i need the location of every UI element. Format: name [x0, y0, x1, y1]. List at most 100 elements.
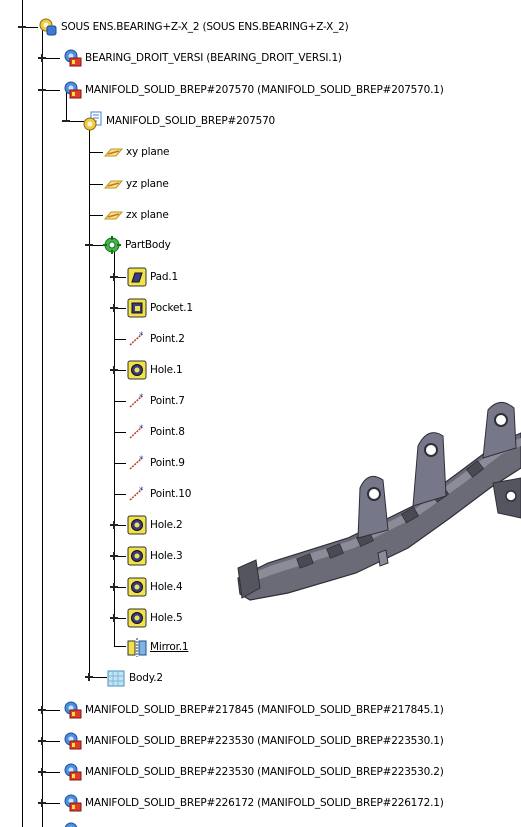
expand-toggle[interactable]	[37, 705, 47, 715]
tree-node-label: Hole.4	[150, 581, 183, 593]
plane-icon	[103, 174, 123, 194]
tree-node-yz-plane[interactable]: yz plane	[103, 173, 169, 195]
component-icon	[62, 762, 82, 782]
tree-node-label: MANIFOLD_SOLID_BREP#217845 (MANIFOLD_SOL…	[85, 704, 444, 716]
tree-node-label: Hole.1	[150, 364, 183, 376]
hole-icon	[127, 360, 147, 380]
tree-node-point[interactable]: Point.7	[127, 390, 185, 412]
expand-toggle[interactable]	[37, 798, 47, 808]
tree-node-label: MANIFOLD_SOLID_BREP#226172 (MANIFOLD_SOL…	[85, 797, 444, 809]
tree-node-root[interactable]: SOUS ENS.BEARING+Z-X_2 (SOUS ENS.BEARING…	[38, 16, 349, 38]
tree-node-manifold-main[interactable]: MANIFOLD_SOLID_BREP#207570 (MANIFOLD_SOL…	[62, 79, 444, 101]
component-icon	[62, 731, 82, 751]
tree-line	[89, 215, 103, 216]
expand-toggle[interactable]	[37, 53, 47, 63]
expand-toggle[interactable]	[109, 365, 119, 375]
component-icon	[62, 80, 82, 100]
point-icon	[127, 422, 147, 442]
tree-node-label: MANIFOLD_SOLID_BREP#207570	[106, 115, 276, 127]
tree-node-zx-plane[interactable]: zx plane	[103, 204, 169, 226]
expand-toggle[interactable]	[84, 672, 94, 682]
expand-toggle[interactable]	[109, 551, 119, 561]
tree-node-bearing[interactable]: BEARING_DROIT_VERSI (BEARING_DROIT_VERSI…	[62, 47, 342, 69]
tree-line	[114, 646, 126, 647]
plane-icon	[103, 205, 123, 225]
tree-node-manifold[interactable]: MANIFOLD_SOLID_BREP#226172 (MANIFOLD_SOL…	[62, 792, 444, 814]
expand-toggle[interactable]	[37, 767, 47, 777]
tree-node-label: BEARING_DROIT_VERSI (BEARING_DROIT_VERSI…	[85, 52, 342, 64]
tree-node-pad[interactable]: Pad.1	[127, 266, 178, 288]
tree-node-label: MANIFOLD_SOLID_BREP#223530 (MANIFOLD_SOL…	[85, 735, 444, 747]
mirror-icon	[127, 637, 147, 658]
tree-node-label: Pocket.1	[150, 302, 193, 314]
tree-node-hole[interactable]: Hole.4	[127, 576, 183, 598]
point-icon	[127, 391, 147, 411]
pad-icon	[127, 267, 147, 287]
tree-node-point[interactable]: Point.2	[127, 328, 185, 350]
tree-node-mirror[interactable]: Mirror.1	[127, 636, 189, 658]
tree-node-label: Point.2	[150, 333, 185, 345]
tree-node-label: MANIFOLD_SOLID_BREP#223530 (MANIFOLD_SOL…	[85, 766, 444, 778]
expand-toggle[interactable]	[109, 613, 119, 623]
tree-node-label: Point.8	[150, 426, 185, 438]
tree-node-pocket[interactable]: Pocket.1	[127, 297, 193, 319]
collapse-toggle[interactable]	[37, 85, 47, 95]
point-icon	[127, 484, 147, 504]
part-icon	[83, 111, 103, 131]
tree-node-hole[interactable]: Hole.3	[127, 545, 183, 567]
collapse-toggle[interactable]	[17, 22, 27, 32]
tree-node-label: Hole.3	[150, 550, 183, 562]
tree-line	[114, 432, 126, 433]
plane-icon	[103, 142, 123, 162]
tree-node-label: Body.2	[129, 672, 163, 684]
component-icon	[62, 48, 82, 68]
3d-model-view[interactable]	[228, 388, 521, 618]
hole-icon	[127, 608, 147, 628]
tree-node-label: zx plane	[126, 209, 169, 221]
component-icon	[62, 700, 82, 720]
component-icon	[62, 821, 82, 827]
point-icon	[127, 329, 147, 349]
tree-line	[22, 0, 23, 827]
tree-node-point[interactable]: Point.10	[127, 483, 191, 505]
pocket-icon	[127, 298, 147, 318]
collapse-toggle[interactable]	[61, 116, 71, 126]
tree-node-hole[interactable]: Hole.2	[127, 514, 183, 536]
tree-node-label: Mirror.1	[150, 641, 189, 653]
component-icon	[62, 793, 82, 813]
expand-toggle[interactable]	[109, 303, 119, 313]
hole-icon	[127, 546, 147, 566]
tree-node-point[interactable]: Point.9	[127, 452, 185, 474]
tree-node-hole[interactable]: Hole.5	[127, 607, 183, 629]
collapse-toggle[interactable]	[84, 240, 94, 250]
tree-line	[114, 339, 126, 340]
expand-toggle[interactable]	[37, 736, 47, 746]
tree-node-xy-plane[interactable]: xy plane	[103, 141, 169, 163]
product-icon	[38, 17, 58, 37]
tree-node-partbody[interactable]: PartBody	[102, 234, 171, 256]
tree-node-body2[interactable]: Body.2	[106, 667, 163, 689]
tree-line	[89, 152, 103, 153]
tree-line	[89, 184, 103, 185]
tree-node-label: Point.10	[150, 488, 192, 500]
tree-node-label: PartBody	[125, 239, 171, 251]
tree-node-point[interactable]: Point.8	[127, 421, 185, 443]
expand-toggle[interactable]	[109, 582, 119, 592]
tree-node-manifold[interactable]: MANIFOLD_SOLID_BREP#217845 (MANIFOLD_SOL…	[62, 699, 444, 721]
point-icon	[127, 453, 147, 473]
tree-node-manifold[interactable]: MANIFOLD_SOLID_BREP#223530 (MANIFOLD_SOL…	[62, 730, 444, 752]
tree-node-hole[interactable]: Hole.1	[127, 359, 183, 381]
tree-node-label: Point.7	[150, 395, 185, 407]
tree-line	[114, 463, 126, 464]
tree-line	[89, 125, 90, 680]
partbody-icon	[102, 235, 122, 255]
tree-node-label: Point.9	[150, 457, 185, 469]
tree-node-part[interactable]: MANIFOLD_SOLID_BREP#207570	[83, 110, 275, 132]
tree-node-label: yz plane	[126, 178, 169, 190]
expand-toggle[interactable]	[109, 520, 119, 530]
expand-toggle[interactable]	[109, 272, 119, 282]
tree-line	[114, 494, 126, 495]
tree-node-manifold[interactable]: MANIFOLD_SOLID_BREP#223530 (MANIFOLD_SOL…	[62, 761, 444, 783]
tree-node-label: Pad.1	[150, 271, 178, 283]
tree-node-label: Hole.2	[150, 519, 183, 531]
